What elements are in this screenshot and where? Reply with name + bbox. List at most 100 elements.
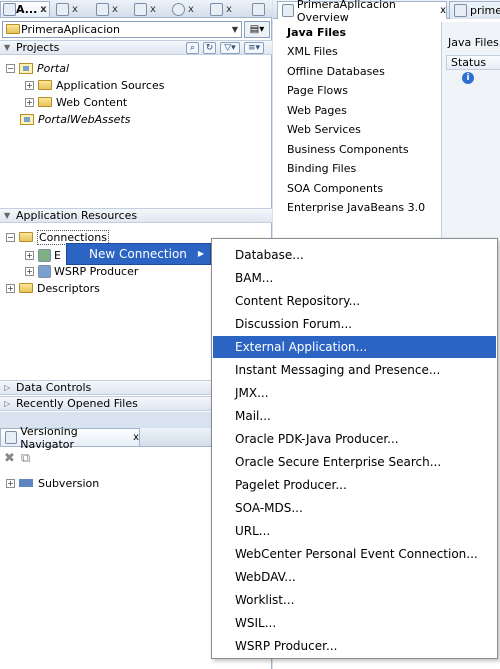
navigator-icon xyxy=(56,2,69,16)
search-icon[interactable]: ⌕ xyxy=(186,42,199,54)
expand-triangle-icon[interactable]: ▷ xyxy=(4,383,16,392)
tab-navigator-6[interactable]: x xyxy=(210,1,232,17)
category-business-components[interactable]: Business Components xyxy=(287,143,409,156)
menu-item-wsil[interactable]: WSIL... xyxy=(213,612,496,634)
tree-node-web-content[interactable]: + Web Content xyxy=(25,94,127,110)
tab-versioning-navigator[interactable]: Versioning Navigator x xyxy=(0,425,140,451)
application-resources-header[interactable]: ▼ Application Resources xyxy=(0,208,272,223)
tree-node-application-sources[interactable]: + Application Sources xyxy=(25,77,164,93)
category-xml-files[interactable]: XML Files xyxy=(287,45,338,58)
tree-node-e-connection[interactable]: + E xyxy=(25,247,61,263)
delete-icon[interactable]: ✖ xyxy=(4,451,15,466)
menu-item-discussion-forum[interactable]: Discussion Forum... xyxy=(213,313,496,335)
menu-item-soa-mds[interactable]: SOA-MDS... xyxy=(213,497,496,519)
sort-icon[interactable]: ≡▾ xyxy=(244,42,264,54)
tab-prime[interactable]: prime xyxy=(449,1,500,19)
database-search-icon xyxy=(210,2,223,16)
close-icon[interactable]: x xyxy=(440,5,446,16)
projects-toolbar: ⌕ ↻ ▽▾ ≡▾ xyxy=(186,42,264,54)
category-java-files[interactable]: Java Files xyxy=(287,26,346,39)
category-offline-databases[interactable]: Offline Databases xyxy=(287,65,385,78)
tab-navigator-5[interactable]: x xyxy=(172,1,194,17)
versioning-toolbar: ✖ ⧉ xyxy=(4,451,30,466)
menu-item-bam[interactable]: BAM... xyxy=(213,267,496,289)
java-files-label: Java Files: xyxy=(448,36,500,49)
minimize-button[interactable] xyxy=(252,1,265,17)
collapse-triangle-icon[interactable]: ▼ xyxy=(4,211,16,220)
category-soa-components[interactable]: SOA Components xyxy=(287,182,383,195)
category-web-pages[interactable]: Web Pages xyxy=(287,104,347,117)
project-icon xyxy=(20,113,34,125)
close-icon[interactable]: x xyxy=(72,4,78,15)
close-icon[interactable]: x xyxy=(226,4,232,15)
folder-icon xyxy=(38,97,52,107)
expand-icon[interactable]: + xyxy=(25,250,34,260)
folder-icon xyxy=(19,283,33,293)
menu-item-pagelet-producer[interactable]: Pagelet Producer... xyxy=(213,474,496,496)
menu-item-external-application[interactable]: External Application... xyxy=(213,336,496,358)
chevron-down-icon[interactable]: ▼ xyxy=(232,25,238,34)
navigator-tabstrip: A... x x x x x x xyxy=(0,0,272,18)
tab-primeraaplicacion-overview[interactable]: PrimeraAplicacion Overview x xyxy=(277,0,447,24)
menu-item-oracle-pdk-java-producer[interactable]: Oracle PDK-Java Producer... xyxy=(213,428,496,450)
collapse-icon[interactable]: − xyxy=(6,63,15,73)
expand-icon[interactable]: + xyxy=(25,80,34,90)
submenu-arrow-icon: ▶ xyxy=(197,249,204,258)
subversion-icon xyxy=(19,479,33,487)
tree-node-descriptors[interactable]: + Descriptors xyxy=(6,280,100,296)
overview-icon xyxy=(282,4,294,17)
context-menu-new-connection[interactable]: New Connection ▶ xyxy=(66,243,211,265)
menu-item-instant-messaging[interactable]: Instant Messaging and Presence... xyxy=(213,359,496,381)
java-files-overview: Java Files: Status i xyxy=(441,22,500,238)
category-web-services[interactable]: Web Services xyxy=(287,123,361,136)
application-menu-button[interactable]: ▤▾ xyxy=(244,21,270,38)
projects-header[interactable]: ▼ Projects ⌕ ↻ ▽▾ ≡▾ xyxy=(0,40,272,55)
close-icon[interactable]: x xyxy=(112,4,118,15)
category-binding-files[interactable]: Binding Files xyxy=(287,162,356,175)
menu-item-webcenter-personal-event[interactable]: WebCenter Personal Event Connection... xyxy=(213,543,496,565)
edit-connection-icon[interactable]: ⧉ xyxy=(21,451,30,466)
expand-icon[interactable]: + xyxy=(25,97,34,107)
application-selector[interactable]: PrimeraAplicacion ▼ xyxy=(2,21,242,38)
tree-node-portal[interactable]: − Portal xyxy=(6,60,69,76)
close-icon[interactable]: x xyxy=(133,432,139,443)
close-icon[interactable]: x xyxy=(188,4,194,15)
tree-node-wsrp-producer[interactable]: + WSRP Producer xyxy=(25,263,138,279)
menu-item-mail[interactable]: Mail... xyxy=(213,405,496,427)
expand-icon[interactable]: + xyxy=(25,266,34,276)
filter-icon[interactable]: ▽▾ xyxy=(220,42,240,54)
connection-icon xyxy=(38,248,51,262)
tree-node-portal-web-assets[interactable]: PortalWebAssets xyxy=(20,111,130,127)
menu-item-content-repository[interactable]: Content Repository... xyxy=(213,290,496,312)
tab-navigator-3[interactable]: x xyxy=(96,1,118,17)
versioning-icon xyxy=(5,431,18,444)
info-icon: i xyxy=(462,72,474,84)
menu-item-wsrp-producer[interactable]: WSRP Producer... xyxy=(213,635,496,657)
tab-applications[interactable]: A... x xyxy=(0,1,50,17)
application-folder-icon xyxy=(6,24,20,34)
file-search-icon xyxy=(96,2,109,16)
menu-item-worklist[interactable]: Worklist... xyxy=(213,589,496,611)
tree-node-subversion[interactable]: + Subversion xyxy=(6,475,99,491)
menu-item-url[interactable]: URL... xyxy=(213,520,496,542)
expand-triangle-icon[interactable]: ▷ xyxy=(4,399,16,408)
file-icon xyxy=(454,4,467,17)
close-icon[interactable]: x xyxy=(40,4,46,15)
menu-item-webdav[interactable]: WebDAV... xyxy=(213,566,496,588)
expand-icon[interactable]: + xyxy=(6,283,15,293)
status-column-header[interactable]: Status xyxy=(446,55,500,70)
folder-icon xyxy=(38,80,52,90)
menu-item-jmx[interactable]: JMX... xyxy=(213,382,496,404)
menu-item-oracle-secure-enterprise-search[interactable]: Oracle Secure Enterprise Search... xyxy=(213,451,496,473)
expand-icon[interactable]: + xyxy=(6,478,15,488)
collapse-triangle-icon[interactable]: ▼ xyxy=(4,43,16,52)
category-enterprise-javabeans[interactable]: Enterprise JavaBeans 3.0 xyxy=(287,201,425,214)
project-icon xyxy=(19,62,33,74)
refresh-icon[interactable]: ↻ xyxy=(203,42,216,54)
menu-item-database[interactable]: Database... xyxy=(213,244,496,266)
close-icon[interactable]: x xyxy=(150,4,156,15)
tab-navigator-4[interactable]: x xyxy=(134,1,156,17)
collapse-icon[interactable]: − xyxy=(6,232,15,242)
category-page-flows[interactable]: Page Flows xyxy=(287,84,348,97)
tab-navigator-2[interactable]: x xyxy=(56,1,78,17)
